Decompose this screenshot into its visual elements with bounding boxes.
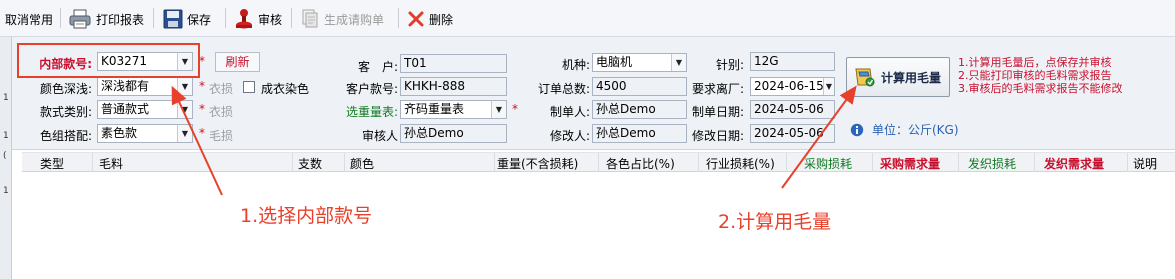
arrow-to-internal-style [171, 85, 223, 196]
annotation-step-2: 2.计算用毛量 [718, 211, 832, 233]
annotation-step-1: 1.选择内部款号 [240, 205, 373, 227]
arrow-to-calc-button [781, 85, 857, 189]
annotation-arrows [171, 85, 857, 196]
